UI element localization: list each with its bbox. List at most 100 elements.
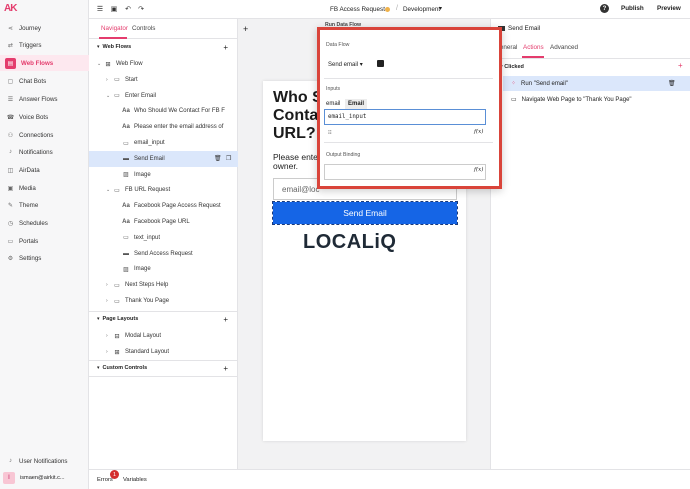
sidebar-item-connections[interactable]: ⚇ Connections: [0, 127, 89, 143]
unsaved-status-dot: [385, 7, 390, 12]
input-icon: ▭: [123, 140, 129, 147]
menu-icon[interactable]: ☰: [95, 4, 105, 14]
tree-item[interactable]: Aa Please enter the email address of: [89, 119, 238, 135]
sidebar-item-settings[interactable]: ⚙ Settings: [0, 250, 89, 266]
tree-item[interactable]: ▬ Send Email 🗑 ❐: [89, 150, 238, 167]
tab-advanced[interactable]: Advanced: [550, 44, 578, 51]
help-icon[interactable]: ?: [600, 4, 609, 13]
text-icon: Aa: [122, 108, 130, 115]
tree-item-standard-layout[interactable]: › ⊞ Standard Layout: [89, 344, 238, 360]
duplicate-icon[interactable]: ❐: [226, 155, 231, 162]
localiq-logo[interactable]: LOCALiQ: [303, 231, 397, 254]
sidebar-item-answer-flows[interactable]: ☰ Answer Flows: [0, 91, 89, 107]
tree-item[interactable]: Aa Facebook Page Access Request: [89, 198, 238, 214]
email-input-binding-field[interactable]: email_input: [324, 109, 486, 125]
publish-button[interactable]: Publish: [621, 5, 644, 12]
open-data-flow-icon[interactable]: [377, 60, 384, 67]
add-web-flow-button[interactable]: +: [223, 43, 228, 52]
tree-item[interactable]: ▬ Send Access Request: [89, 246, 238, 262]
sidebar-item-media[interactable]: ▣ Media: [0, 180, 89, 196]
expand-icon[interactable]: ⁝⁝: [328, 129, 332, 136]
avatar: I: [3, 472, 15, 484]
errors-count-badge: 1: [110, 470, 119, 479]
web-flows-icon: ▤: [5, 57, 16, 69]
navigate-icon: ▭: [511, 97, 517, 103]
save-icon[interactable]: ▣: [109, 4, 119, 14]
page-icon: ▭: [114, 93, 120, 100]
tree-item[interactable]: › ▭ Start: [89, 72, 238, 88]
variables-tab[interactable]: Variables: [123, 477, 147, 483]
page-icon: ▭: [114, 282, 120, 289]
add-action-button[interactable]: +: [678, 61, 683, 70]
chevron-down-icon: ▾: [97, 44, 100, 50]
tree-item[interactable]: ▨ Image: [89, 261, 238, 277]
tree-item[interactable]: ▭ text_input: [89, 230, 238, 246]
run-data-flow-popup: Run Data Flow Data Flow Send email ▾ Inp…: [317, 22, 502, 189]
preview-button[interactable]: Preview: [657, 5, 681, 12]
output-binding-field[interactable]: [324, 164, 486, 180]
errors-tab[interactable]: Errors: [97, 477, 113, 483]
tree-item[interactable]: ⌄ ⊞ Web Flow: [89, 56, 238, 72]
tree-item[interactable]: ▭ email_input: [89, 135, 238, 151]
chevron-down-icon[interactable]: ▾: [439, 5, 442, 12]
action-row-navigate[interactable]: ▭ Navigate Web Page to "Thank You Page": [503, 92, 690, 107]
divider: [324, 78, 493, 79]
environment-selector[interactable]: Development: [403, 6, 440, 13]
tree-item[interactable]: › ▭ Next Steps Help: [89, 277, 238, 293]
output-binding-label: Output Binding: [326, 152, 361, 158]
divider: [89, 376, 238, 377]
add-page-layout-button[interactable]: +: [223, 315, 228, 324]
formula-icon[interactable]: f(x): [474, 129, 483, 135]
action-row-run-data-flow[interactable]: ⁘ Run "Send email": [503, 76, 690, 91]
answer-flows-icon: ☰: [7, 96, 14, 103]
redo-icon[interactable]: ↷: [136, 4, 146, 14]
sidebar-item-schedules[interactable]: ◷ Schedules: [0, 215, 89, 231]
tree-item[interactable]: ⌄ ▭ Enter Email: [89, 88, 238, 104]
page-icon: ▭: [114, 187, 120, 194]
voice-bots-icon: ☎: [6, 114, 15, 121]
add-element-button[interactable]: +: [243, 24, 248, 34]
sidebar-item-triggers[interactable]: ⇄ Triggers: [0, 37, 89, 53]
tree-item[interactable]: Aa Facebook Page URL: [89, 214, 238, 230]
tree-item[interactable]: ⌄ ▭ FB URL Request: [89, 182, 238, 198]
data-flow-select[interactable]: Send email ▾: [328, 61, 363, 68]
user-notifications-item[interactable]: ♪ User Notifications: [0, 453, 89, 469]
tab-navigator[interactable]: Navigator: [101, 25, 128, 32]
popup-title: Run Data Flow: [325, 22, 362, 28]
tree-item[interactable]: › ▭ Thank You Page: [89, 293, 238, 309]
flow-title[interactable]: FB Access Request: [330, 6, 385, 13]
tab-actions[interactable]: Actions: [523, 44, 544, 51]
sidebar-item-notifications[interactable]: ♪ Notifications: [0, 144, 89, 160]
sidebar-item-airdata[interactable]: ◫ AirData: [0, 162, 89, 178]
tree-item-modal-layout[interactable]: › ⊟ Modal Layout: [89, 328, 238, 344]
bell-icon: ♪: [9, 458, 12, 464]
sidebar-item-portals[interactable]: ▭ Portals: [0, 233, 89, 249]
trash-icon[interactable]: 🗑: [214, 155, 222, 162]
sidebar-item-voice-bots[interactable]: ☎ Voice Bots: [0, 109, 89, 125]
section-custom-controls[interactable]: ▾ Custom Controls +: [89, 361, 238, 375]
tree-item[interactable]: ▨ Image: [89, 167, 238, 183]
sidebar-item-theme[interactable]: ✎ Theme: [0, 197, 89, 213]
sidebar-item-web-flows[interactable]: ▤ Web Flows: [0, 55, 89, 71]
data-flow-label: Data Flow: [326, 42, 350, 48]
sidebar-item-chat-bots[interactable]: ▢ Chat Bots: [0, 73, 89, 89]
tab-controls[interactable]: Controls: [132, 25, 155, 32]
undo-icon[interactable]: ↶: [123, 4, 133, 14]
send-email-button[interactable]: Send Email: [272, 201, 458, 225]
user-account[interactable]: I ismaen@airkit.c...: [0, 471, 89, 485]
section-page-layouts[interactable]: ▾ Page Layouts +: [89, 312, 238, 326]
section-web-flows[interactable]: ▾ Web Flows +: [89, 40, 238, 54]
formula-icon[interactable]: f(x): [474, 167, 483, 173]
image-icon: ▨: [123, 266, 129, 273]
event-clicked-heading[interactable]: ▾ Clicked: [500, 64, 524, 70]
schedules-icon: ◷: [7, 220, 14, 227]
app-logo[interactable]: AK: [4, 3, 17, 14]
input-name-label: email: [326, 101, 341, 107]
triggers-icon: ⇄: [7, 42, 14, 49]
top-toolbar: ☰ ▣ ↶ ↷ FB Access Request / Development …: [89, 0, 690, 19]
tree-item[interactable]: Aa Who Should We Contact For FB F: [89, 103, 238, 119]
add-custom-control-button[interactable]: +: [223, 364, 228, 373]
trash-icon[interactable]: 🗑: [668, 80, 676, 87]
airdata-icon: ◫: [7, 167, 14, 174]
sidebar-item-journey[interactable]: ⋖ Journey: [0, 20, 89, 36]
